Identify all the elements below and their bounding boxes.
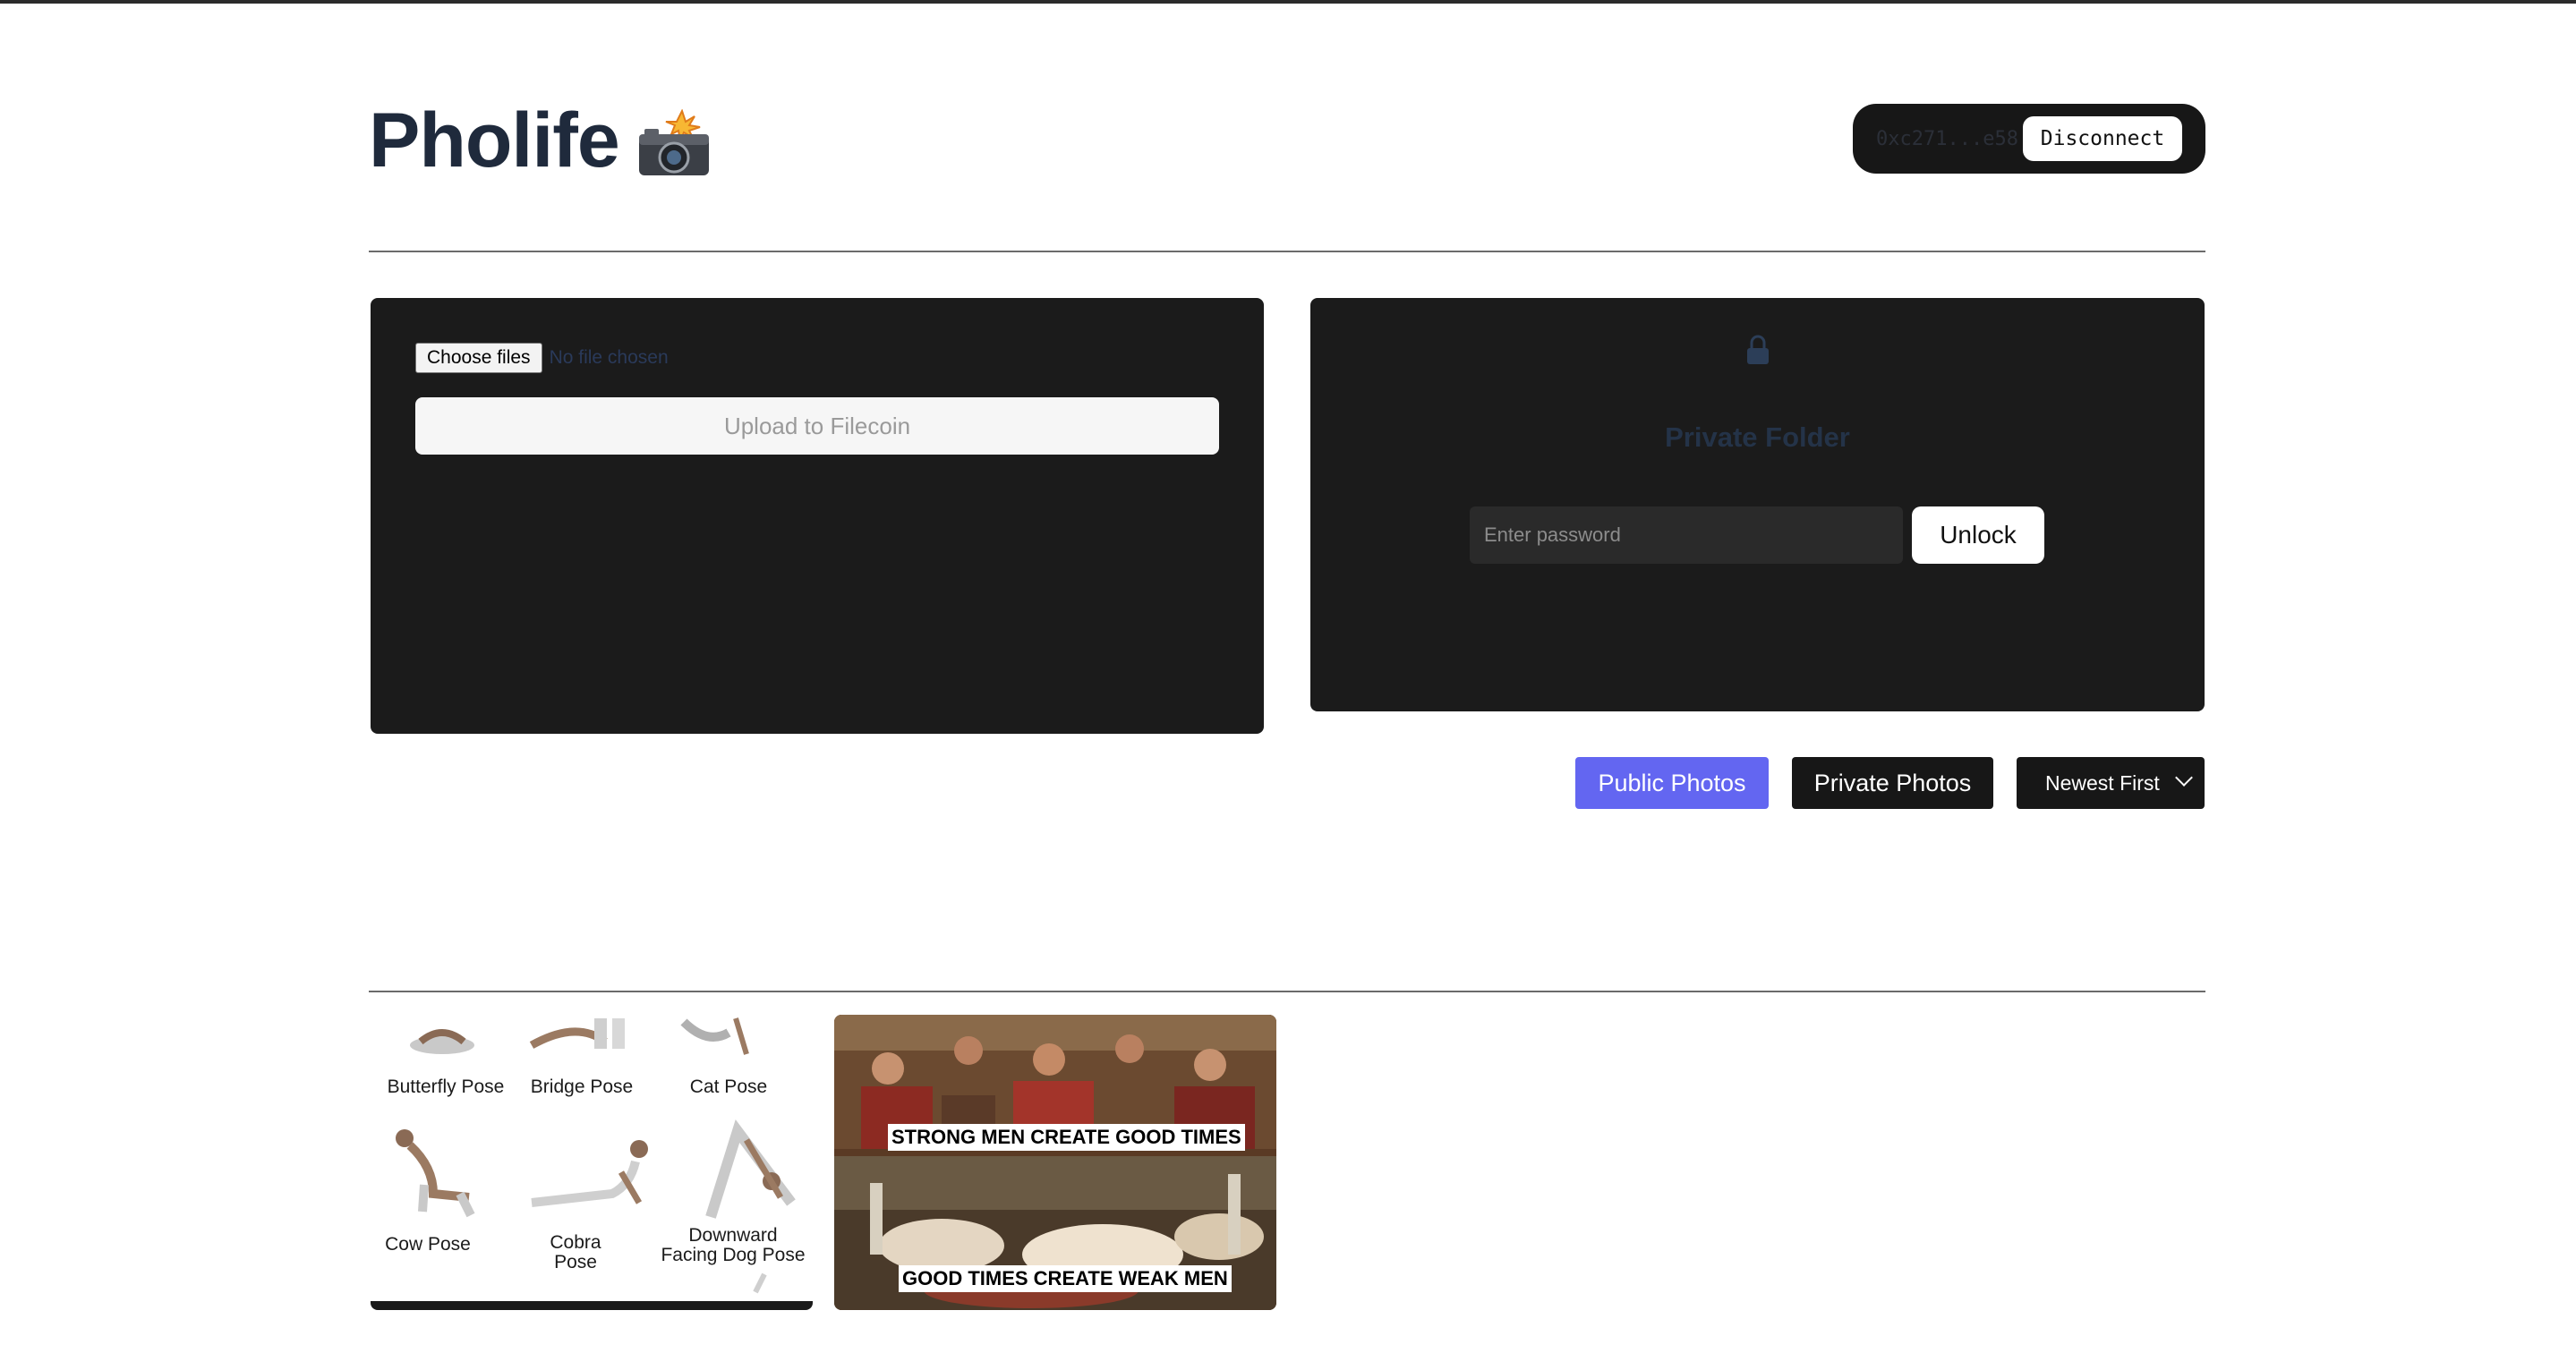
private-folder-title: Private Folder — [1665, 421, 1850, 453]
no-file-status: No file chosen — [549, 347, 669, 368]
wallet-address: 0xc271...e58 — [1876, 127, 2018, 150]
choose-files-button[interactable]: Choose files — [415, 343, 542, 373]
pose-label: Butterfly Pose — [387, 1076, 505, 1097]
meme-caption-bottom: GOOD TIMES CREATE WEAK MEN — [899, 1265, 1232, 1292]
gallery-divider — [369, 991, 2205, 992]
private-photos-tab[interactable]: Private Photos — [1792, 757, 1993, 809]
page-title: Pholife — [369, 97, 712, 185]
chevron-down-icon — [2175, 769, 2193, 787]
pose-label: Cat Pose — [689, 1076, 768, 1097]
password-input[interactable] — [1470, 506, 1903, 564]
pose-label: Cobra Pose — [550, 1232, 601, 1272]
sort-selected-value: Newest First — [2045, 770, 2160, 795]
wallet-connection: 0xc271...e58 Disconnect — [1853, 104, 2205, 174]
meme-caption-top: STRONG MEN CREATE GOOD TIMES — [888, 1124, 1245, 1151]
top-border — [0, 0, 2576, 4]
unlock-button[interactable]: Unlock — [1912, 506, 2044, 564]
photo-card[interactable]: Butterfly Pose Bridge Pose Cat Pose Cow … — [371, 1015, 813, 1310]
pose-label: Downward Facing Dog Pose — [661, 1225, 806, 1265]
app-title-text: Pholife — [369, 98, 620, 183]
sort-order-select[interactable]: Newest First — [2017, 757, 2205, 809]
pose-label: Bridge Pose — [530, 1076, 634, 1097]
upload-panel: Choose files No file chosen Upload to Fi… — [371, 298, 1264, 734]
private-folder-panel: Private Folder Unlock — [1310, 298, 2205, 711]
disconnect-button[interactable]: Disconnect — [2023, 116, 2182, 161]
public-photos-tab[interactable]: Public Photos — [1575, 757, 1769, 809]
lock-icon — [1744, 334, 1771, 366]
header-divider — [369, 251, 2205, 252]
upload-to-filecoin-button[interactable]: Upload to Filecoin — [415, 397, 1219, 455]
photo-card[interactable]: STRONG MEN CREATE GOOD TIMES GOOD TIMES … — [834, 1015, 1276, 1310]
camera-flash-icon — [635, 107, 712, 175]
pose-label: Cow Pose — [385, 1234, 471, 1255]
file-picker: Choose files No file chosen — [415, 343, 669, 373]
